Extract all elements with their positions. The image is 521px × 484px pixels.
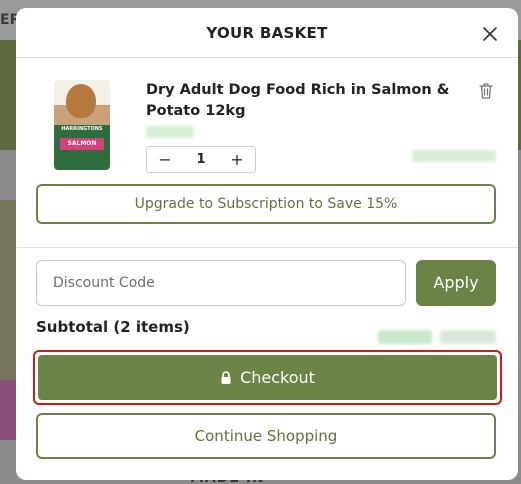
basket-item: HARRINGTONS SALMON Dry Adult Dog Food Ri… <box>16 58 518 248</box>
trash-icon[interactable] <box>478 82 494 100</box>
product-name[interactable]: Dry Adult Dog Food Rich in Salmon & Pota… <box>146 80 476 122</box>
subtotal-label: Subtotal (2 items) <box>36 318 190 336</box>
decrement-button[interactable]: − <box>147 147 183 172</box>
product-image[interactable]: HARRINGTONS SALMON <box>54 80 110 170</box>
close-icon[interactable] <box>480 24 500 44</box>
subtotal-price-redacted <box>378 330 432 344</box>
product-image-brand: HARRINGTONS <box>61 126 103 132</box>
checkout-label: Checkout <box>240 368 315 387</box>
discount-code-input[interactable] <box>36 260 406 306</box>
modal-header: YOUR BASKET <box>16 8 518 58</box>
modal-title: YOUR BASKET <box>206 24 328 42</box>
lock-icon <box>221 370 231 384</box>
basket-modal: YOUR BASKET HARRINGTONS SALMON Dry Adult… <box>16 8 518 480</box>
increment-button[interactable]: + <box>219 147 255 172</box>
product-image-tag: SALMON <box>60 138 104 150</box>
apply-discount-button[interactable]: Apply <box>416 260 496 306</box>
quantity-value[interactable]: 1 <box>183 147 219 172</box>
unit-price-redacted <box>146 126 194 138</box>
line-price-redacted <box>412 150 496 162</box>
dog-icon <box>66 84 96 118</box>
upgrade-subscription-button[interactable]: Upgrade to Subscription to Save 15% <box>36 184 496 224</box>
checkout-button[interactable]: Checkout <box>38 355 497 400</box>
subtotal-original-price-redacted <box>440 330 496 344</box>
quantity-stepper: − 1 + <box>146 146 256 173</box>
continue-shopping-button[interactable]: Continue Shopping <box>36 413 496 459</box>
